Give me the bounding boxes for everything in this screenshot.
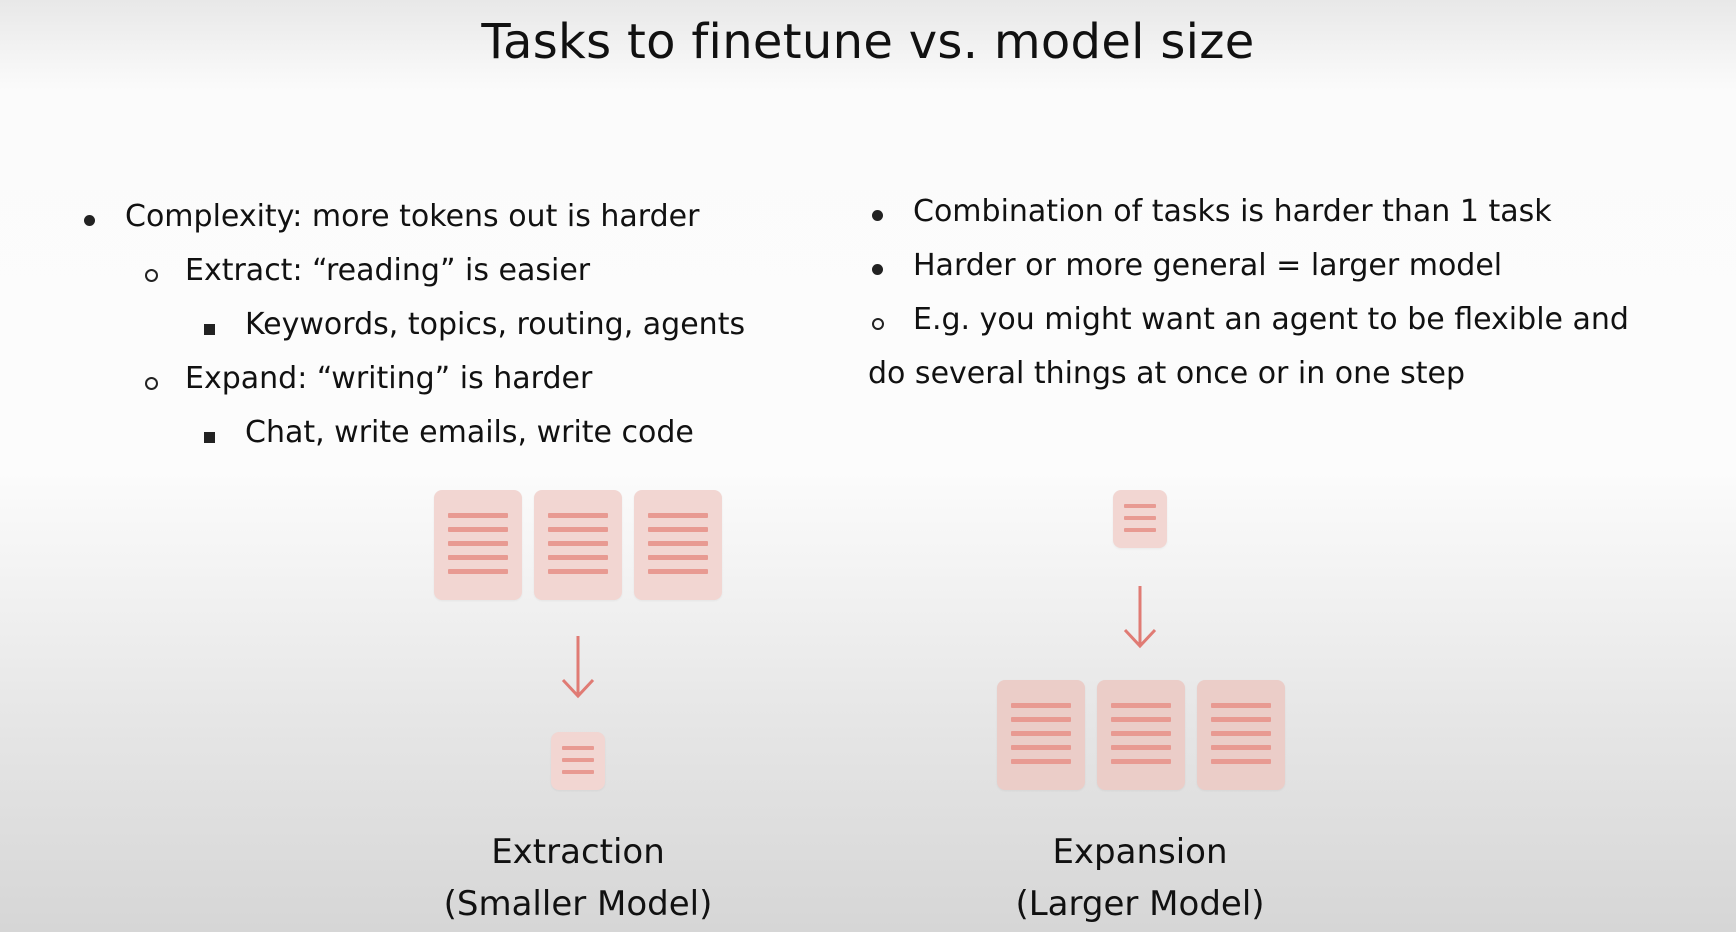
bullet-expand-examples: Chat, write emails, write code <box>80 406 840 460</box>
bullet-complexity: Complexity: more tokens out is harder <box>80 190 840 244</box>
bullet-text: E.g. you might want an agent to be flexi… <box>913 302 1629 337</box>
bullet-circle-icon <box>145 377 158 390</box>
bullet-dot-icon <box>872 210 883 221</box>
bullet-circle-icon <box>145 269 158 282</box>
bullet-text: Combination of tasks is harder than 1 ta… <box>913 194 1552 229</box>
left-bullet-list: Complexity: more tokens out is harder Ex… <box>80 190 840 460</box>
slide-title: Tasks to finetune vs. model size <box>481 14 1255 70</box>
input-document-icon <box>634 490 722 600</box>
right-bullet-list: Combination of tasks is harder than 1 ta… <box>868 185 1728 401</box>
bullet-circle-icon <box>872 318 884 330</box>
bullet-extract: Extract: “reading” is easier <box>80 244 840 298</box>
expansion-caption: Expansion (Larger Model) <box>940 826 1340 930</box>
output-document-icon <box>997 680 1085 790</box>
bullet-combination: Combination of tasks is harder than 1 ta… <box>868 185 1728 239</box>
caption-subtitle: (Smaller Model) <box>443 884 713 924</box>
output-document-icon <box>1097 680 1185 790</box>
input-document-icon <box>534 490 622 600</box>
extraction-caption: Extraction (Smaller Model) <box>378 826 778 930</box>
bullet-text: Complexity: more tokens out is harder <box>125 199 700 234</box>
bullet-dot-icon <box>84 215 95 226</box>
bullet-square-icon <box>204 324 215 335</box>
output-document-icon <box>551 732 605 790</box>
bullet-example: E.g. you might want an agent to be flexi… <box>868 293 1728 347</box>
caption-subtitle: (Larger Model) <box>1015 884 1265 924</box>
output-document-icon <box>1197 680 1285 790</box>
bullet-text: Keywords, topics, routing, agents <box>245 307 746 342</box>
arrow-down-icon <box>1123 586 1157 649</box>
bullet-example-continued: do several things at once or in one step <box>868 347 1728 401</box>
bullet-expand: Expand: “writing” is harder <box>80 352 840 406</box>
bullet-extract-examples: Keywords, topics, routing, agents <box>80 298 840 352</box>
bullet-text: Harder or more general = larger model <box>913 248 1503 283</box>
input-document-icon <box>434 490 522 600</box>
bullet-text: Expand: “writing” is harder <box>185 361 593 396</box>
bullet-text: Extract: “reading” is easier <box>185 253 591 288</box>
input-document-icon <box>1113 490 1167 548</box>
bullet-text: Chat, write emails, write code <box>245 415 694 450</box>
arrow-down-icon <box>561 636 595 699</box>
bullet-square-icon <box>204 432 215 443</box>
bullet-text: do several things at once or in one step <box>868 356 1466 391</box>
bullet-dot-icon <box>872 264 883 275</box>
bullet-harder-general: Harder or more general = larger model <box>868 239 1728 293</box>
caption-title: Expansion <box>1052 832 1228 872</box>
caption-title: Extraction <box>491 832 665 872</box>
